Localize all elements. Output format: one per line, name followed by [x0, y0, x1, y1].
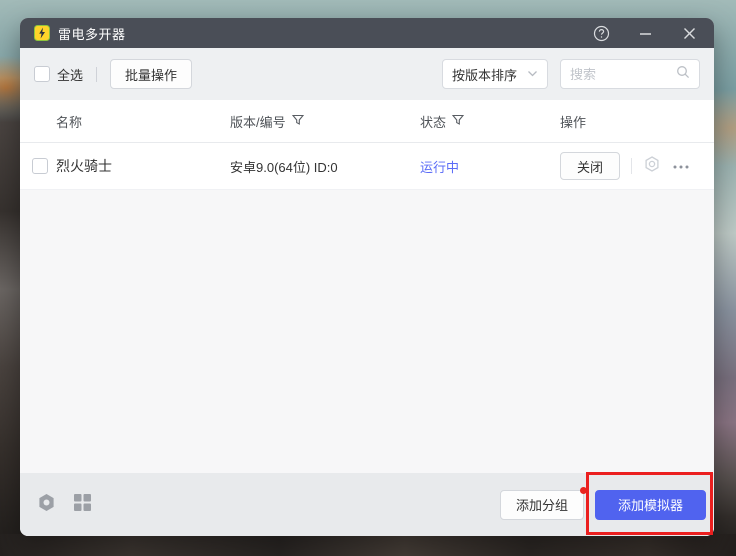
actions-divider — [631, 158, 632, 174]
notification-dot — [580, 487, 587, 494]
app-logo-icon — [34, 25, 50, 41]
toolbar-divider — [96, 67, 97, 82]
column-name: 名称 — [56, 112, 230, 131]
stop-instance-button[interactable]: 关闭 — [560, 152, 620, 180]
batch-operations-button[interactable]: 批量操作 — [110, 59, 192, 89]
multi-instance-grid-icon[interactable] — [73, 493, 92, 517]
version-filter-icon[interactable] — [292, 114, 304, 129]
select-all-label: 全选 — [57, 65, 83, 84]
add-emulator-button[interactable]: 添加模拟器 — [595, 490, 706, 520]
add-group-button[interactable]: 添加分组 — [500, 490, 584, 520]
instance-status: 运行中 — [420, 157, 560, 176]
window-title: 雷电多开器 — [58, 24, 126, 43]
global-settings-icon[interactable] — [36, 492, 57, 518]
more-options-icon[interactable] — [672, 157, 690, 175]
row-checkbox[interactable] — [32, 158, 48, 174]
chevron-down-icon — [527, 67, 538, 82]
search-icon[interactable] — [676, 65, 690, 84]
column-version: 版本/编号 — [230, 112, 420, 131]
help-icon[interactable] — [590, 22, 612, 44]
search-box — [560, 59, 700, 89]
titlebar: 雷电多开器 — [20, 18, 714, 48]
close-icon[interactable] — [678, 22, 700, 44]
column-status: 状态 — [420, 112, 560, 131]
app-window: 雷电多开器 全选 批量操作 按版本排序 — [20, 18, 714, 536]
sort-dropdown-value: 按版本排序 — [452, 65, 517, 84]
minimize-icon[interactable] — [634, 22, 656, 44]
footer-bar: 添加分组 添加模拟器 — [20, 473, 714, 536]
search-input[interactable] — [570, 67, 670, 82]
empty-list-area — [20, 190, 714, 473]
instance-version: 安卓9.0(64位) ID:0 — [230, 157, 420, 176]
instance-name: 烈火骑士 — [56, 156, 230, 176]
row-actions: 关闭 — [560, 152, 714, 180]
sort-dropdown[interactable]: 按版本排序 — [442, 59, 548, 89]
instance-settings-icon[interactable] — [643, 155, 661, 178]
status-filter-icon[interactable] — [452, 114, 464, 129]
select-all-checkbox[interactable] — [34, 66, 50, 82]
table-row: 烈火骑士 安卓9.0(64位) ID:0 运行中 关闭 — [20, 143, 714, 190]
toolbar: 全选 批量操作 按版本排序 — [20, 48, 714, 100]
table-header: 名称 版本/编号 状态 操作 — [20, 100, 714, 143]
column-action: 操作 — [560, 112, 714, 131]
